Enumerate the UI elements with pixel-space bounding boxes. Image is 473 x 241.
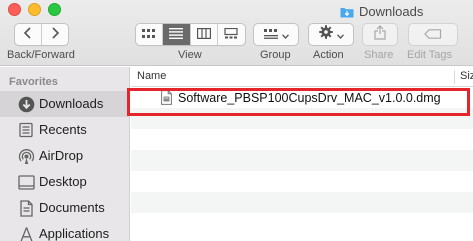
group-button[interactable] (253, 23, 299, 46)
back-icon (23, 26, 33, 44)
sidebar-item-label: AirDrop (39, 148, 84, 163)
icon-view-button[interactable] (136, 24, 164, 45)
sidebar-item-label: Applications (39, 226, 110, 241)
empty-row (131, 129, 473, 150)
gallery-view-icon (224, 26, 238, 44)
icon-view-icon (142, 26, 156, 44)
gallery-view-button[interactable] (218, 24, 245, 45)
sidebar-item-documents[interactable]: Documents (0, 195, 130, 221)
group-label: Group (260, 49, 291, 61)
downloads-folder-icon (340, 5, 354, 18)
downloads-icon (17, 95, 35, 113)
window-title-text: Downloads (359, 3, 424, 19)
list-view-button[interactable] (163, 24, 191, 45)
back-forward-label: Back/Forward (7, 49, 75, 61)
applications-icon (17, 225, 35, 241)
toolbar: Downloads Back/Forward View Group Action… (0, 0, 473, 66)
zoom-window-button[interactable] (48, 3, 61, 16)
sidebar-item-label: Recents (39, 122, 87, 137)
sidebar-item-airdrop[interactable]: AirDrop (0, 143, 130, 169)
minimize-window-button[interactable] (28, 3, 41, 16)
edit-tags-label: Edit Tags (407, 49, 453, 61)
window-title: Downloads (340, 3, 423, 19)
sidebar-section-favorites: Favorites (9, 76, 58, 88)
empty-row (131, 171, 473, 192)
tag-icon (424, 26, 442, 44)
sidebar-item-label: Documents (39, 200, 105, 215)
edit-tags-button[interactable] (408, 23, 458, 46)
highlight-box (127, 88, 470, 116)
empty-row (131, 213, 473, 234)
group-icon (263, 26, 278, 44)
empty-row (131, 192, 473, 213)
airdrop-icon (17, 147, 35, 165)
view-label: View (178, 49, 202, 61)
share-label: Share (364, 49, 394, 61)
action-button[interactable] (308, 23, 354, 46)
chevron-down-icon (281, 26, 289, 44)
forward-button[interactable] (42, 24, 68, 45)
column-header-name[interactable]: Name (137, 70, 166, 82)
action-label: Action (313, 49, 344, 61)
sidebar-item-desktop[interactable]: Desktop (0, 169, 130, 195)
sidebar: Favorites Downloads Recents AirDrop Desk… (0, 67, 130, 241)
back-forward-control (14, 23, 69, 46)
gear-icon (318, 25, 333, 44)
sidebar-item-label: Desktop (39, 174, 87, 189)
back-button[interactable] (15, 24, 42, 45)
column-view-button[interactable] (191, 24, 218, 45)
forward-icon (50, 26, 60, 44)
desktop-icon (17, 173, 35, 191)
empty-row (131, 150, 473, 171)
share-button[interactable] (362, 23, 398, 46)
documents-icon (17, 199, 35, 217)
chevron-down-icon (336, 26, 344, 44)
column-header-row: Name Siz (131, 67, 473, 87)
list-view-icon (169, 26, 184, 44)
sidebar-item-applications[interactable]: Applications (0, 221, 130, 241)
column-view-icon (196, 26, 211, 44)
share-icon (374, 24, 386, 45)
sidebar-item-downloads[interactable]: Downloads (0, 91, 130, 117)
column-header-size[interactable]: Siz (454, 70, 473, 84)
close-window-button[interactable] (8, 3, 21, 16)
recents-icon (17, 121, 35, 139)
view-switcher (135, 23, 246, 46)
sidebar-item-label: Downloads (39, 96, 104, 111)
sidebar-item-recents[interactable]: Recents (0, 117, 130, 143)
